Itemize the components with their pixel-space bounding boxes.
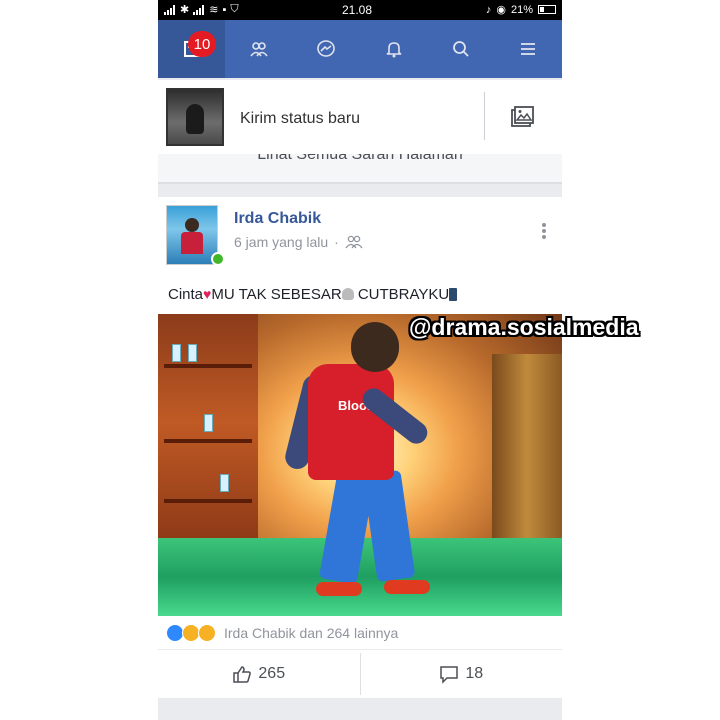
eye-icon: ◉ [496,4,506,16]
caption-text-3: CUTBRAYKU [353,286,450,303]
wifi-icon: ≋ [209,4,219,16]
menu-icon [521,43,536,55]
photo-shelf [164,364,252,368]
photo-jar [220,474,229,492]
message-icon: ▪ [222,3,227,16]
page-suggestions-card: Lihat Semua Saran Halaman [158,154,562,184]
photo-icon[interactable] [508,104,536,132]
photo-shelf [164,439,252,443]
battery-icon [538,5,556,14]
photo-jar [188,344,197,362]
menu-dot-icon [542,223,546,227]
user-avatar[interactable] [166,88,224,146]
post-meta: 6 jam yang lalu · [234,234,363,250]
jeans-emoji-icon [449,288,458,301]
sim-icon: ✱ [180,4,190,16]
like-button[interactable]: 265 [158,650,360,698]
post-actions: 265 18 [158,649,562,698]
status-composer: Kirim status baru [158,80,562,154]
comment-button[interactable]: 18 [361,650,563,698]
post-author-name[interactable]: Irda Chabik [234,210,321,228]
status-right-icons: ♪ ◉ 21% [486,3,556,16]
menu-dot-icon [542,229,546,233]
thumbs-up-icon [233,666,252,683]
watermark-text: @drama.sosialmedia [409,314,639,340]
composer-placeholder[interactable]: Kirim status baru [240,110,360,128]
reactions-summary[interactable]: Irda Chabik dan 264 lainnya [166,623,398,643]
search-icon [452,41,469,57]
photo-figure-shoe [384,580,430,594]
post-photo[interactable]: Bloos [158,314,562,616]
like-count: 265 [258,665,286,682]
caption-text-1: Cinta [168,286,204,303]
nav-notifications[interactable] [360,20,427,78]
see-all-page-suggestions-link[interactable]: Lihat Semua Saran Halaman [158,154,562,164]
photo-figure-shoe [316,582,362,596]
comment-icon [440,666,459,684]
skull-emoji-icon [341,288,354,300]
shield-icon: ⛉ [230,3,239,15]
comment-count: 18 [465,665,484,682]
caption-text-2: MU TAK SEBESAR [211,286,342,303]
notification-count-badge: 10 [188,31,216,57]
nav-messenger[interactable] [293,20,360,78]
photo-jar [172,344,181,362]
photo-shelf [164,499,252,503]
nav-menu[interactable] [494,20,561,78]
composer-divider [484,92,485,140]
nav-news-feed[interactable]: 10 [158,20,226,78]
nav-friend-requests[interactable] [225,20,292,78]
messenger-icon [317,40,336,57]
reactions-text: Irda Chabik dan 264 lainnya [224,625,399,641]
post-caption: Cinta♥MU TAK SEBESAR CUTBRAYKU [168,286,458,303]
status-bar: ✱ ≋ ▪ ⛉ 21.08 ♪ ◉ 21% [158,0,562,20]
post-author-avatar[interactable] [166,205,218,265]
battery-percent: 21% [510,3,533,16]
menu-dot-icon [542,235,546,239]
signal-icon [164,4,176,15]
status-time: 21.08 [342,3,373,17]
phone-screen: ✱ ≋ ▪ ⛉ 21.08 ♪ ◉ 21% 10 Kirim status ba… [158,0,562,720]
mute-icon: ♪ [485,3,492,16]
status-left-icons: ✱ ≋ ▪ ⛉ [164,3,239,16]
notifications-bell-icon [386,42,401,58]
top-nav-bar: 10 [158,20,562,78]
photo-figure-shirt [308,364,394,480]
wow-reaction-icon [198,624,216,642]
friends-icon [250,42,268,57]
feed-post: Irda Chabik 6 jam yang lalu · Cinta♥MU T… [158,197,562,698]
post-timestamp[interactable]: 6 jam yang lalu [234,234,328,250]
meta-separator: · [334,234,339,250]
post-options-button[interactable] [542,223,548,241]
photo-jar [204,414,213,432]
photo-figure-head [351,322,399,372]
friends-audience-icon [345,235,363,249]
online-status-indicator [211,252,225,266]
signal-icon-2 [193,4,205,15]
nav-search[interactable] [427,20,494,78]
